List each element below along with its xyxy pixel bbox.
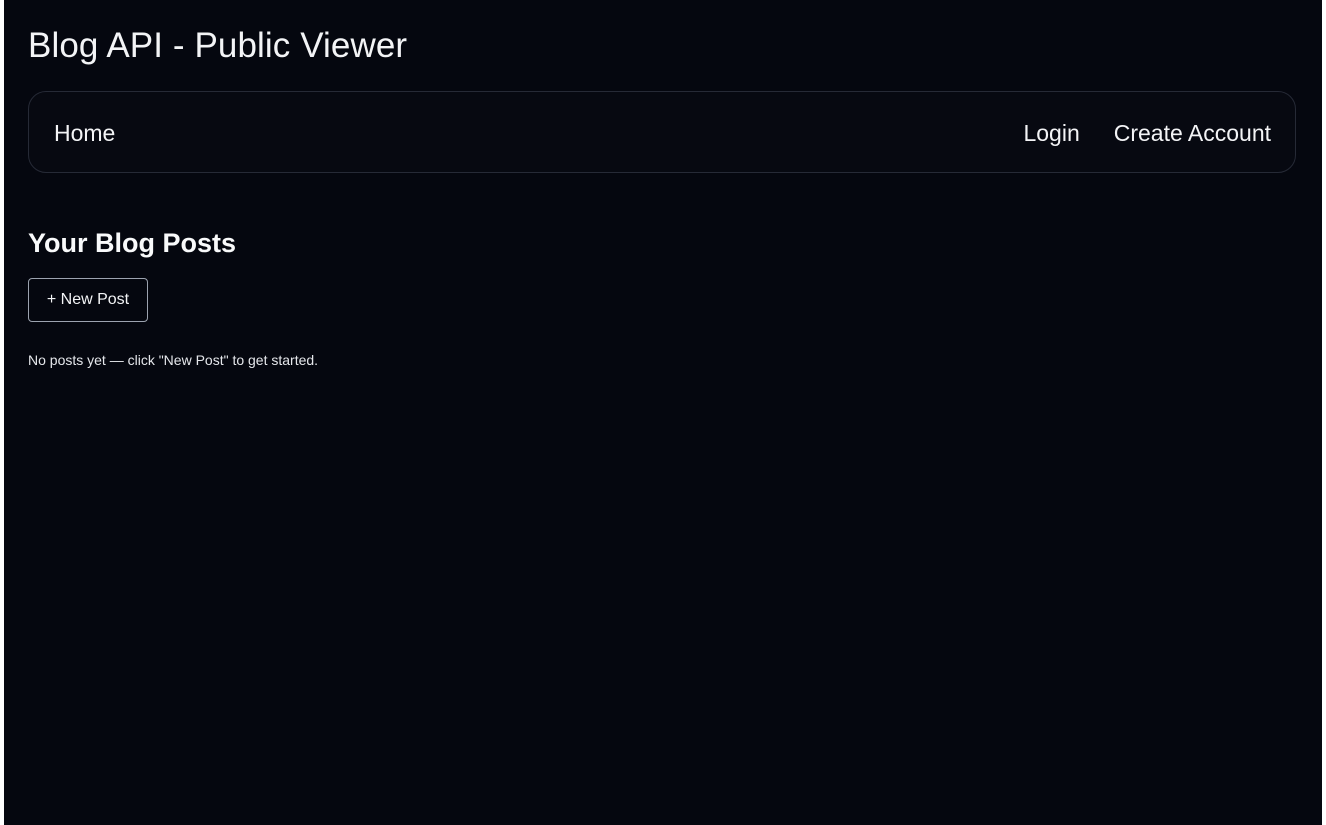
page: Blog API - Public Viewer Home Login Crea…: [4, 0, 1322, 825]
app-title: Blog API - Public Viewer: [28, 26, 408, 65]
nav-login-link[interactable]: Login: [1023, 119, 1079, 147]
empty-posts-message: No posts yet — click "New Post" to get s…: [28, 352, 319, 368]
posts-heading: Your Blog Posts: [28, 228, 237, 258]
navbar: Home Login Create Account: [28, 91, 1296, 173]
nav-create-account-link[interactable]: Create Account: [1114, 119, 1271, 147]
nav-auth-links: Login Create Account: [1023, 119, 1271, 147]
new-post-button[interactable]: + New Post: [28, 278, 148, 322]
nav-home-link[interactable]: Home: [54, 119, 115, 147]
